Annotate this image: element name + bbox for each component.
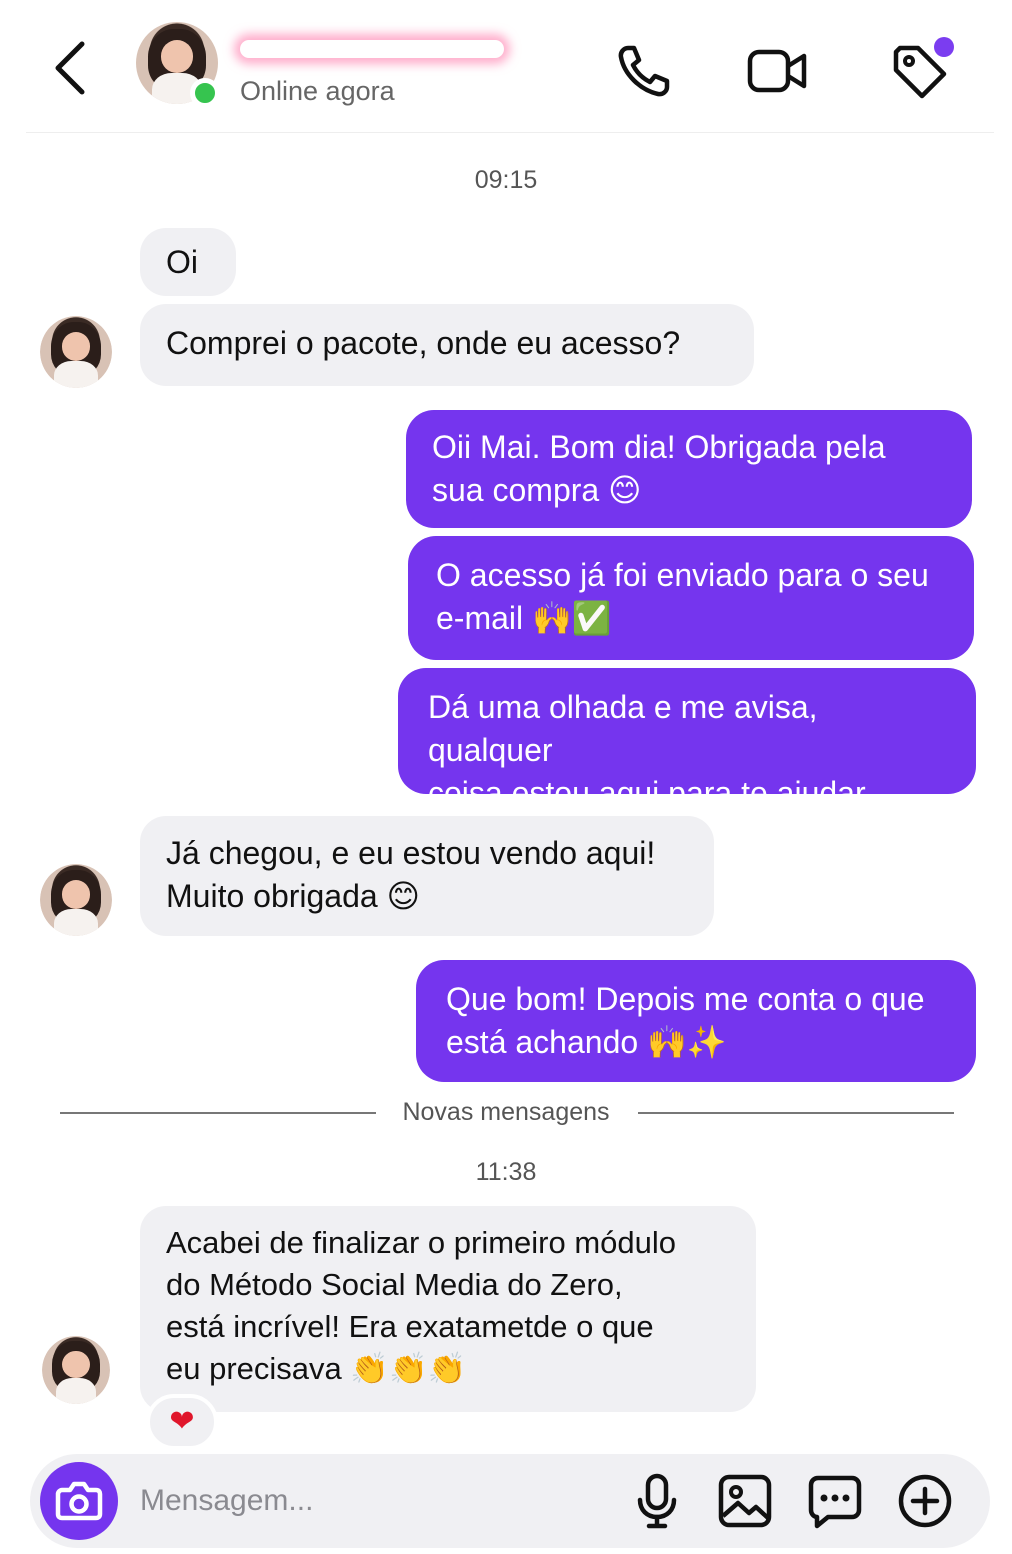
message-text: sua compra 😊 <box>432 472 642 509</box>
message-text: Já chegou, e eu estou vendo aqui! <box>166 835 656 871</box>
plus-circle-icon[interactable] <box>896 1472 954 1530</box>
back-arrow-icon[interactable] <box>44 36 104 96</box>
message-composer <box>30 1454 990 1548</box>
message-text: está achando 🙌✨ <box>446 1024 727 1061</box>
message-input[interactable] <box>140 1478 560 1524</box>
timestamp: 11:38 <box>475 1158 537 1186</box>
message-text: O acesso já foi enviado para o seu <box>436 557 929 593</box>
outgoing-message[interactable]: Oii Mai. Bom dia! Obrigada pela sua comp… <box>406 410 972 528</box>
contact-status: Online agora <box>240 76 395 106</box>
contact-name[interactable]: maria <box>240 40 504 58</box>
avatar[interactable] <box>42 1336 110 1404</box>
phone-icon[interactable] <box>614 40 676 102</box>
incoming-message[interactable]: Comprei o pacote, onde eu acesso? <box>140 304 754 386</box>
avatar[interactable] <box>40 864 112 936</box>
timestamp: 09:15 <box>474 166 538 194</box>
message-text: Acabei de finalizar o primeiro módulo <box>166 1225 677 1260</box>
message-text: do Método Social Media do Zero, <box>166 1267 623 1302</box>
message-text: Que bom! Depois me conta o que <box>446 981 925 1017</box>
chat-header: maria Online agora <box>0 0 1012 134</box>
avatar[interactable] <box>40 316 112 388</box>
image-icon[interactable] <box>716 1472 774 1530</box>
camera-icon[interactable] <box>40 1462 118 1540</box>
contact-avatar[interactable] <box>136 22 220 108</box>
header-divider <box>26 132 994 133</box>
message-text: eu precisava 👏👏👏 <box>166 1351 467 1386</box>
message-text: Muito obrigada 😊 <box>166 878 420 915</box>
message-text: Dá uma olhada e me avisa, qualquer <box>428 689 818 769</box>
video-camera-icon[interactable] <box>746 40 808 102</box>
outgoing-message[interactable]: Que bom! Depois me conta o que está acha… <box>416 960 976 1082</box>
tag-icon[interactable] <box>888 37 954 102</box>
microphone-icon[interactable] <box>628 1472 686 1530</box>
heart-reaction[interactable]: ❤ <box>146 1394 218 1450</box>
incoming-message[interactable]: Oi <box>140 228 236 296</box>
message-text: Oii Mai. Bom dia! Obrigada pela <box>432 429 886 465</box>
outgoing-message[interactable]: O acesso já foi enviado para o seu e-mai… <box>408 536 974 660</box>
sticker-chat-icon[interactable] <box>806 1472 864 1530</box>
message-text: coisa estou aqui para te ajudar <box>428 775 866 812</box>
incoming-message[interactable]: Acabei de finalizar o primeiro módulo do… <box>140 1206 756 1412</box>
online-indicator <box>190 78 220 108</box>
message-text: está incrível! Era exatametde o que <box>166 1309 654 1344</box>
incoming-message[interactable]: Já chegou, e eu estou vendo aqui! Muito … <box>140 816 714 936</box>
divider-line-right <box>638 1112 954 1114</box>
message-text: e-mail 🙌✅ <box>436 600 612 637</box>
outgoing-message[interactable]: Dá uma olhada e me avisa, qualquer coisa… <box>398 668 976 811</box>
notification-badge <box>934 37 954 57</box>
